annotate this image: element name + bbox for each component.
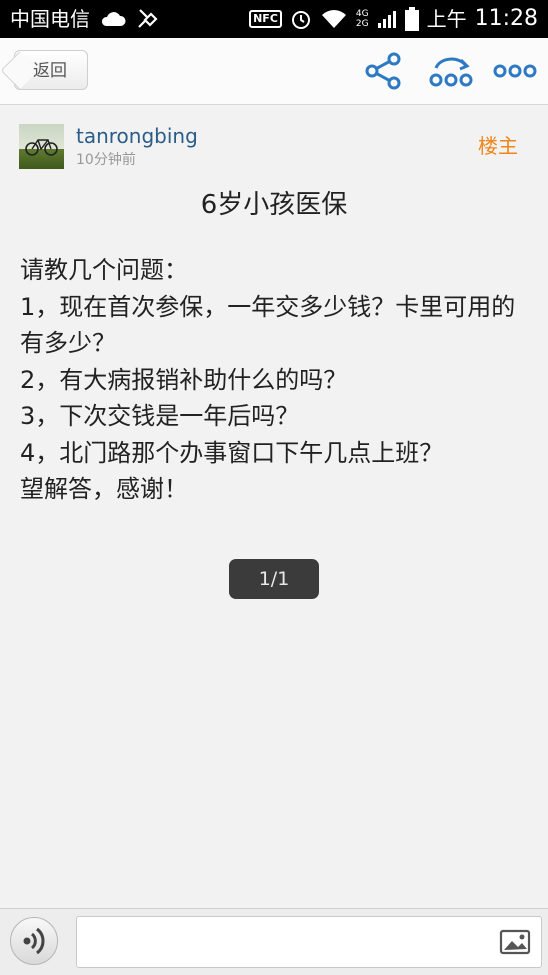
clock: 11:28 <box>474 6 538 31</box>
cloud-icon <box>101 12 126 26</box>
alarm-icon <box>291 11 310 29</box>
owner-tag: 楼主 <box>478 134 518 158</box>
avatar[interactable] <box>19 124 64 169</box>
post-line: 3，下次交钱是一年后吗？ <box>20 402 300 430</box>
post-time: 10分钟前 <box>76 152 136 168</box>
username[interactable]: tanrongbing <box>76 123 198 149</box>
status-right: NFC 4G 2G 上午 11:28 <box>249 4 538 34</box>
post-line: 4，北门路那个办事窗口下午几点上班？ <box>20 438 444 467</box>
post-title: 6岁小孩医保 <box>200 190 348 220</box>
post-line: 2，有大病报销补助什么的吗？ <box>20 365 348 394</box>
post-line: 望解答，感谢！ <box>20 475 188 503</box>
network-type: 4G 2G <box>355 9 369 29</box>
refresh-more-icon[interactable] <box>428 52 474 90</box>
post-line: 1，现在首次参保，一年交多少钱？卡里可用的有多少？ <box>20 292 516 358</box>
page-indicator[interactable]: 1/1 <box>229 559 319 599</box>
status-left-icons <box>100 7 158 31</box>
voice-button[interactable] <box>10 917 58 965</box>
nfc-icon: NFC <box>249 10 282 28</box>
post-body: 请教几个问题： 1，现在首次参保，一年交多少钱？卡里可用的有多少？ 2，有大病报… <box>20 252 532 508</box>
signal-icon <box>377 11 396 28</box>
image-icon[interactable] <box>499 928 531 956</box>
back-button[interactable]: 返回 <box>14 50 88 90</box>
carrier-label: 中国电信 <box>10 7 90 31</box>
reply-input[interactable] <box>76 916 542 968</box>
share-icon[interactable] <box>364 52 402 90</box>
top-bar: 返回 <box>0 38 548 105</box>
cleanup-icon <box>138 9 158 28</box>
more-icon[interactable] <box>492 52 540 90</box>
voice-icon <box>23 927 45 955</box>
post-line: 请教几个问题： <box>20 256 188 284</box>
ampm-label: 上午 <box>426 7 467 31</box>
battery-icon <box>404 7 419 31</box>
wifi-icon <box>321 10 346 28</box>
status-bar: 中国电信 NFC 4G 2G 上午 11:28 <box>0 0 548 38</box>
bicycle-icon <box>25 139 58 156</box>
reply-bar <box>0 908 548 975</box>
back-label: 返回 <box>33 61 67 81</box>
